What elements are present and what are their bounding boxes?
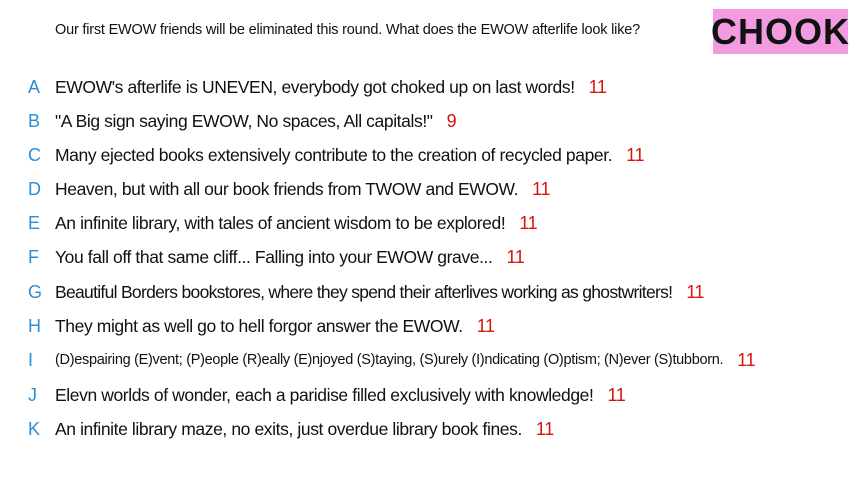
response-text: An infinite library maze, no exits, just… bbox=[55, 418, 522, 439]
word-count: 11 bbox=[737, 349, 756, 370]
response-text: Beautiful Borders bookstores, where they… bbox=[55, 281, 673, 302]
word-count: 11 bbox=[588, 76, 607, 97]
word-count: 11 bbox=[519, 212, 538, 233]
response-letter: E bbox=[28, 212, 41, 233]
author-badge: CHOOK bbox=[711, 9, 850, 54]
response-text: You fall off that same cliff... Falling … bbox=[55, 246, 493, 267]
response-text: (D)espairing (E)vent; (P)eople (R)eally … bbox=[55, 352, 724, 368]
prompt-text: Our first EWOW friends will be eliminate… bbox=[55, 22, 640, 38]
response-text: EWOW's afterlife is UNEVEN, everybody go… bbox=[55, 76, 575, 97]
word-count: 9 bbox=[446, 110, 457, 131]
response-text: They might as well go to hell forgor ans… bbox=[55, 315, 463, 336]
response-text: An infinite library, with tales of ancie… bbox=[55, 212, 506, 233]
response-text: Elevn worlds of wonder, each a paridise … bbox=[55, 384, 594, 405]
response-letter: G bbox=[28, 281, 43, 302]
word-count: 11 bbox=[476, 315, 495, 336]
author-badge-label: CHOOK bbox=[711, 10, 850, 52]
response-letter: J bbox=[28, 384, 37, 405]
response-letter: I bbox=[28, 349, 34, 370]
response-text: Heaven, but with all our book friends fr… bbox=[55, 178, 519, 199]
word-count: 11 bbox=[626, 144, 645, 165]
response-text: Many ejected books extensively contribut… bbox=[55, 144, 613, 165]
response-letter: A bbox=[28, 76, 41, 97]
word-count: 11 bbox=[535, 418, 554, 439]
response-text: "A Big sign saying EWOW, No spaces, All … bbox=[55, 110, 433, 131]
response-letter: B bbox=[28, 110, 41, 131]
response-letter: K bbox=[28, 418, 41, 439]
word-count: 11 bbox=[532, 178, 551, 199]
word-count: 11 bbox=[506, 246, 525, 267]
response-letter: D bbox=[28, 178, 41, 199]
response-letter: F bbox=[28, 246, 39, 267]
response-letter: H bbox=[28, 315, 41, 336]
word-count: 11 bbox=[686, 281, 704, 302]
word-count: 11 bbox=[607, 384, 626, 405]
response-letter: C bbox=[28, 144, 41, 165]
